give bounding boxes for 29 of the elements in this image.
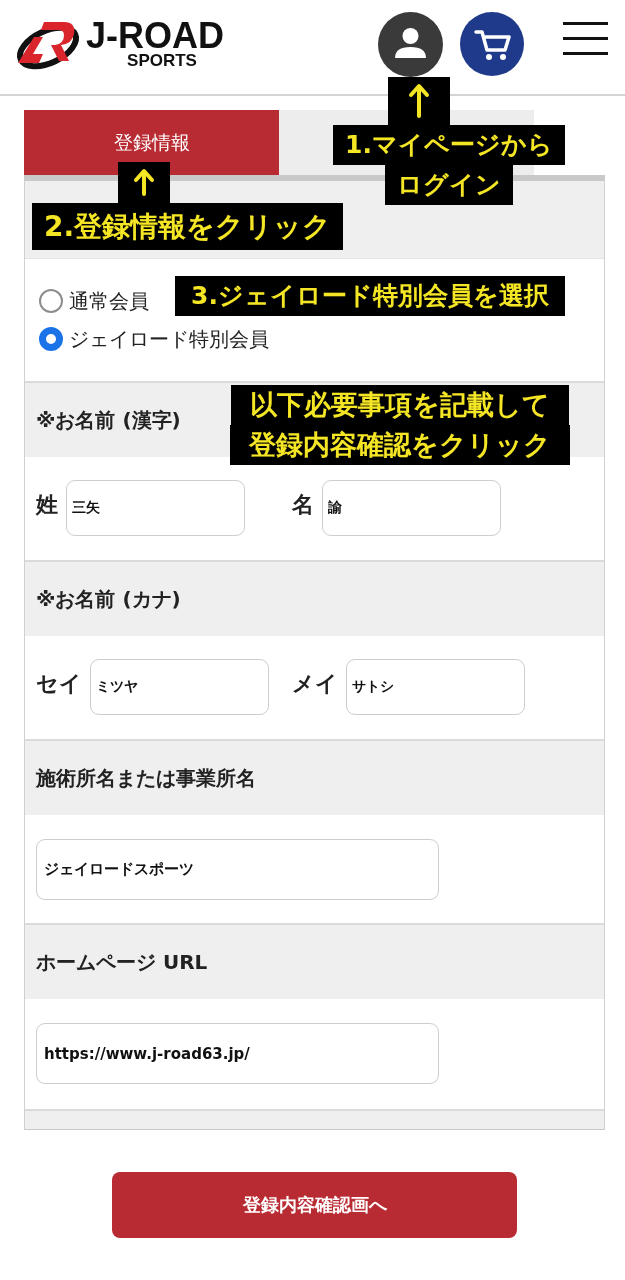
tab[interactable]: 登録情報 [24,110,279,175]
menu-icon[interactable] [563,22,608,55]
cart-icon[interactable] [460,12,524,76]
section-title: 施術所名または事業所名 [36,764,256,792]
section-title: ※お名前 (漢字) [36,406,181,434]
section-title: ※お名前 (カナ) [36,585,181,613]
user-icon[interactable] [378,12,443,77]
text-field[interactable]: 三矢 [66,480,245,536]
confirm-button[interactable]: 登録内容確認画へ [112,1172,517,1238]
text-field[interactable]: サトシ [346,659,525,715]
logo-tagline: SPORTS [127,52,197,70]
instruction-tooltip: 1.マイページから ログイン [333,125,565,205]
logo-wordmark: J-ROAD [86,20,224,52]
section-title: ホームページ URL [36,948,208,976]
instruction-tooltip: 3.ジェイロード特別会員を選択 [175,276,565,316]
radio-label[interactable]: ジェイロード特別会員 [69,325,269,353]
text-field[interactable]: https://www.j-road63.jp/ [36,1023,439,1084]
field-label: セイ [36,670,82,698]
radio-button[interactable] [39,289,63,313]
field-label: 名 [292,491,314,519]
radio-label[interactable]: 通常会員 [69,287,149,315]
instruction-tooltip: 2.登録情報をクリック [32,203,344,250]
radio-button[interactable] [39,327,63,351]
text-field[interactable]: 諭 [322,480,501,536]
instruction-tooltip: 以下必要事項を記載して 登録内容確認をクリック [230,385,570,465]
text-field[interactable]: ミツヤ [90,659,269,715]
text-field[interactable]: ジェイロードスポーツ [36,839,439,900]
field-label: 姓 [36,491,58,519]
field-label: メイ [292,670,338,698]
